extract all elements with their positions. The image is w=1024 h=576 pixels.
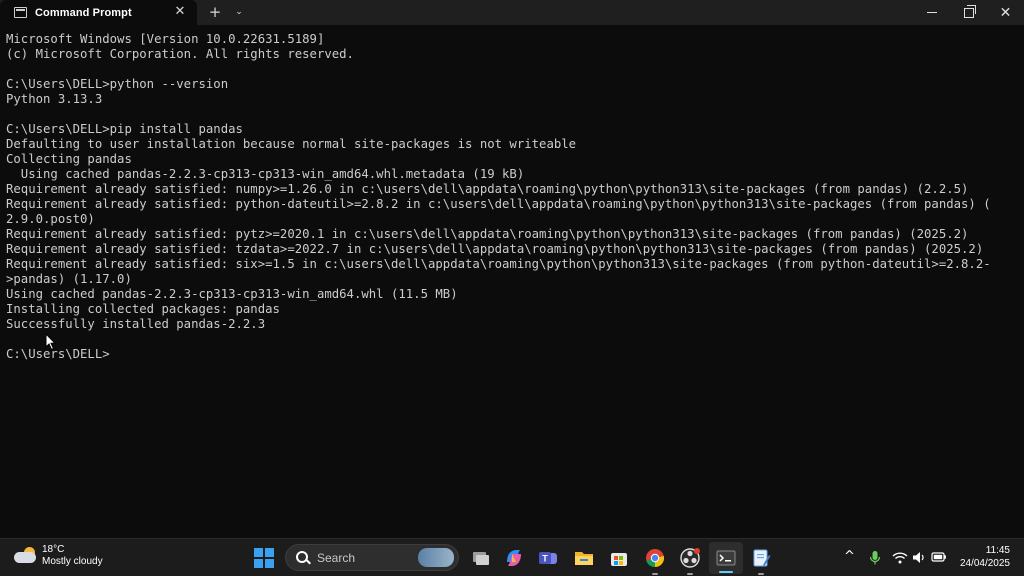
tab-title: Command Prompt: [35, 6, 132, 19]
terminal-line: C:\Users\DELL>: [6, 347, 110, 361]
notepad-icon[interactable]: [750, 547, 772, 569]
terminal-line: (c) Microsoft Corporation. All rights re…: [6, 47, 354, 61]
microphone-icon[interactable]: [869, 550, 881, 566]
terminal-line: Using cached pandas-2.2.3-cp313-cp313-wi…: [6, 167, 525, 181]
weather-temperature: 18°C: [42, 544, 65, 555]
terminal-line: Python 3.13.3: [6, 92, 103, 106]
search-highlight-icon: [418, 548, 454, 567]
mouse-cursor-icon: [45, 333, 57, 351]
terminal-line: C:\Users\DELL>python --version: [6, 77, 229, 91]
tab-command-prompt[interactable]: Command Prompt ✕: [0, 0, 197, 25]
taskbar: 18°C Mostly cloudy Search T ^ 11:45 24/0…: [0, 538, 1024, 576]
tray-chevron-icon[interactable]: ^: [844, 549, 855, 564]
terminal-line: Requirement already satisfied: tzdata>=2…: [6, 242, 984, 256]
terminal-line: C:\Users\DELL>pip install pandas: [6, 122, 243, 136]
terminal-line: Using cached pandas-2.2.3-cp313-cp313-wi…: [6, 287, 458, 301]
terminal-line: Requirement already satisfied: pytz>=202…: [6, 227, 969, 241]
terminal-active-indicator: [719, 571, 733, 573]
terminal-line: Requirement already satisfied: six>=1.5 …: [6, 257, 991, 271]
start-button[interactable]: [254, 548, 274, 568]
terminal-line: Installing collected packages: pandas: [6, 302, 280, 316]
search-placeholder: Search: [317, 550, 356, 565]
weather-widget[interactable]: 18°C Mostly cloudy: [14, 544, 103, 568]
restore-icon: [963, 4, 976, 18]
terminal-line: Requirement already satisfied: numpy>=1.…: [6, 182, 969, 196]
obs-icon[interactable]: [679, 547, 701, 569]
terminal-icon: [716, 550, 736, 566]
chrome-icon[interactable]: [644, 547, 666, 569]
maximize-button[interactable]: [950, 0, 987, 25]
search-box[interactable]: Search: [285, 544, 459, 571]
battery-icon[interactable]: [931, 551, 947, 563]
obs-running-indicator: [687, 573, 693, 575]
store-icon[interactable]: [608, 547, 630, 569]
copilot-icon[interactable]: [503, 547, 525, 569]
partly-cloudy-icon: [14, 547, 38, 565]
title-bar: Command Prompt ✕ + ⌄ ✕: [0, 0, 1024, 25]
teams-icon[interactable]: T: [537, 547, 559, 569]
weather-condition: Mostly cloudy: [42, 556, 103, 567]
clock[interactable]: 11:45 24/04/2025: [960, 544, 1010, 570]
search-icon: [295, 550, 311, 566]
tab-dropdown-button[interactable]: ⌄: [227, 0, 251, 25]
terminal-line: Collecting pandas: [6, 152, 132, 166]
close-button[interactable]: ✕: [987, 0, 1024, 25]
terminal-line: Requirement already satisfied: python-da…: [6, 197, 991, 211]
wifi-icon[interactable]: [892, 551, 908, 564]
clock-time: 11:45: [985, 545, 1010, 556]
terminal-line: 2.9.0.post0): [6, 212, 95, 226]
window-controls: ✕: [913, 0, 1024, 25]
terminal-line: Microsoft Windows [Version 10.0.22631.51…: [6, 32, 325, 46]
task-view-icon[interactable]: [469, 547, 491, 569]
terminal-line: Defaulting to user installation because …: [6, 137, 577, 151]
terminal-app-button[interactable]: [709, 542, 743, 574]
command-prompt-icon: [14, 7, 27, 18]
clock-date: 24/04/2025: [959, 558, 1010, 569]
chrome-running-indicator: [652, 573, 658, 575]
terminal-output[interactable]: Microsoft Windows [Version 10.0.22631.51…: [6, 32, 1016, 532]
tab-close-icon[interactable]: ✕: [173, 5, 187, 19]
file-explorer-icon[interactable]: [573, 547, 595, 569]
minimize-icon: [926, 12, 937, 13]
terminal-line: >pandas) (1.17.0): [6, 272, 132, 286]
notepad-running-indicator: [758, 573, 764, 575]
terminal-line: Successfully installed pandas-2.2.3: [6, 317, 266, 331]
volume-icon[interactable]: [912, 551, 926, 564]
svg-text:T: T: [542, 554, 548, 564]
new-tab-button[interactable]: +: [203, 0, 227, 25]
minimize-button[interactable]: [913, 0, 950, 25]
